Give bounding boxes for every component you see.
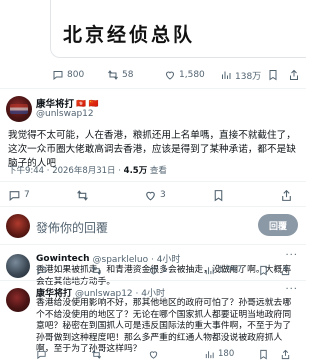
- reply-count: 7: [24, 190, 30, 200]
- like-count: 3: [160, 190, 166, 200]
- quoted-image[interactable]: 北京经侦总队: [50, 0, 306, 58]
- reply-action-bar: 1 1,967: [36, 262, 298, 276]
- divider: [0, 88, 306, 89]
- like-count: 1: [162, 265, 168, 275]
- views-action[interactable]: 180: [204, 346, 234, 360]
- avatar-flag-graphic: [10, 104, 28, 114]
- share-icon: [281, 265, 290, 275]
- like-action[interactable]: 3: [144, 187, 166, 203]
- tweet-views-label: 查看: [147, 166, 167, 176]
- share-icon: [281, 349, 290, 359]
- avatar[interactable]: [6, 254, 30, 278]
- bookmark-icon: [260, 265, 267, 275]
- bookmark-action[interactable]: [258, 346, 269, 360]
- views-count: 1,967: [218, 265, 243, 275]
- reply-action-bar: 180: [36, 346, 298, 360]
- author-display-name: 康华将打: [36, 99, 75, 110]
- views-action[interactable]: 138万: [220, 67, 261, 83]
- top-action-bar: 800 58 1,580 138万: [52, 67, 302, 83]
- divider: [0, 181, 306, 182]
- views-count: 180: [218, 349, 235, 359]
- share-action[interactable]: [280, 262, 291, 278]
- repost-action[interactable]: 58: [107, 67, 133, 83]
- bookmark-icon: [214, 189, 223, 201]
- author-name[interactable]: 康华将打 🇭🇰 🇨🇳: [36, 96, 99, 111]
- bookmark-action[interactable]: [258, 262, 269, 278]
- reply-count: 800: [67, 70, 85, 80]
- bookmark-icon: [269, 70, 277, 81]
- tweet-stats-bar: 7 3: [8, 187, 300, 205]
- author-badges: 🇭🇰 🇨🇳: [76, 98, 99, 108]
- divider: [0, 244, 306, 245]
- reply-action[interactable]: [36, 346, 50, 360]
- share-action[interactable]: [280, 346, 291, 360]
- share-icon: [282, 189, 291, 201]
- tweet-timestamp[interactable]: 下午9:44 · 2026年8月31日 ·: [8, 166, 124, 176]
- views-action[interactable]: 1,967: [204, 262, 242, 278]
- heart-icon: [149, 266, 158, 275]
- repost-count: 58: [122, 70, 134, 80]
- repost-action[interactable]: [76, 187, 92, 203]
- quoted-image-text: 北京经侦总队: [63, 24, 196, 46]
- reply-button[interactable]: 回覆: [258, 214, 298, 236]
- repost-icon: [92, 349, 101, 359]
- repost-icon: [92, 265, 101, 275]
- heart-icon: [146, 191, 155, 200]
- reply-icon: [37, 266, 46, 275]
- heart-icon: [149, 350, 158, 359]
- analytics-icon: [222, 71, 231, 79]
- analytics-icon: [205, 350, 214, 358]
- divider: [0, 206, 306, 207]
- like-count: 1,580: [179, 70, 205, 80]
- like-action[interactable]: 1: [148, 262, 167, 278]
- more-icon[interactable]: ···: [285, 284, 298, 295]
- bookmark-action[interactable]: [267, 67, 279, 83]
- reply-composer[interactable]: 發佈你的回覆 回覆: [0, 208, 306, 242]
- reply-action[interactable]: [36, 262, 50, 278]
- share-action[interactable]: [288, 67, 300, 83]
- avatar[interactable]: [6, 96, 32, 122]
- share-icon: [290, 69, 298, 80]
- bookmark-icon: [260, 349, 267, 359]
- like-action[interactable]: 1,580: [164, 67, 205, 83]
- avatar[interactable]: [6, 288, 30, 312]
- like-action[interactable]: [148, 346, 162, 360]
- bookmark-action[interactable]: [212, 187, 228, 203]
- reply-action[interactable]: 7: [8, 187, 30, 203]
- reply-icon: [37, 350, 46, 359]
- repost-icon: [108, 70, 118, 80]
- views-count: 138万: [235, 71, 262, 82]
- reply-input[interactable]: 發佈你的回覆: [36, 219, 108, 236]
- repost-action[interactable]: [91, 262, 105, 278]
- author-handle[interactable]: @unlswap12: [36, 109, 94, 119]
- reply-action[interactable]: 800: [52, 67, 84, 83]
- repost-icon: [77, 189, 88, 201]
- tweet-meta: 下午9:44 · 2026年8月31日 · 4.5万 查看: [8, 164, 167, 176]
- analytics-icon: [205, 266, 214, 274]
- repost-action[interactable]: [91, 346, 105, 360]
- heart-icon: [165, 71, 175, 80]
- share-action[interactable]: [280, 187, 293, 203]
- tweet-views-count: 4.5万: [123, 166, 148, 176]
- reply-icon: [9, 190, 20, 201]
- avatar: [6, 214, 30, 238]
- divider: [0, 280, 306, 281]
- reply-icon: [53, 71, 63, 81]
- more-icon[interactable]: ···: [285, 250, 298, 261]
